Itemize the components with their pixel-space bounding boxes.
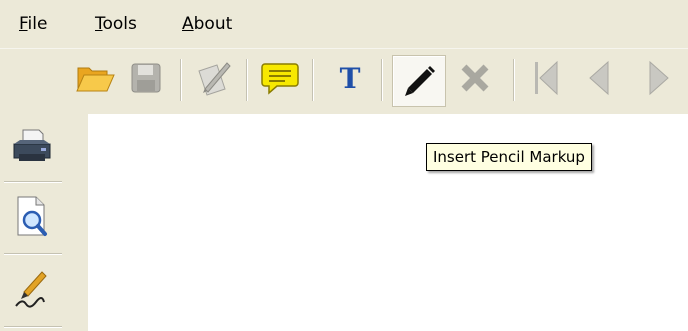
comment-icon [261,63,299,95]
menu-bar: File Tools About [0,0,688,48]
delete-icon [461,64,489,92]
sign-button[interactable] [190,55,236,101]
sidebar-separator [4,253,62,254]
pencil-tooltip: Insert Pencil Markup [426,143,592,171]
next-page-button[interactable] [636,55,682,101]
save-button[interactable] [123,55,169,101]
next-page-icon [649,60,669,96]
print-button[interactable] [2,116,62,176]
previous-page-button[interactable] [576,55,622,101]
sidebar-separator [4,181,62,182]
toolbar-separator [381,59,382,101]
pencil-icon [405,66,435,96]
signature-button[interactable] [2,258,62,318]
menu-tools[interactable]: Tools [95,14,137,34]
toolbar-separator [513,59,514,101]
side-toolbar [0,114,88,331]
save-icon [131,63,161,93]
printer-icon [13,129,51,161]
toolbar-separator [312,59,313,101]
print-preview-button[interactable] [2,186,62,246]
document-canvas[interactable] [88,114,688,331]
menu-file[interactable]: File [19,14,47,34]
sign-icon [198,62,231,96]
previous-page-icon [589,60,609,96]
first-page-button[interactable] [523,55,569,101]
signature-icon [15,271,47,308]
pencil-button[interactable] [392,55,446,107]
delete-button[interactable] [452,55,498,101]
print-preview-icon [17,196,47,236]
toolbar-separator [246,59,247,101]
sidebar-separator [4,326,62,327]
menu-about[interactable]: About [182,14,232,34]
comment-button[interactable] [257,55,303,101]
folder-open-icon [76,67,115,92]
toolbar-separator [180,59,181,101]
text-icon: T [339,61,361,95]
text-button[interactable]: T [327,55,373,101]
first-page-icon [535,60,558,96]
open-button[interactable] [72,55,118,101]
main-toolbar: T [0,48,688,115]
